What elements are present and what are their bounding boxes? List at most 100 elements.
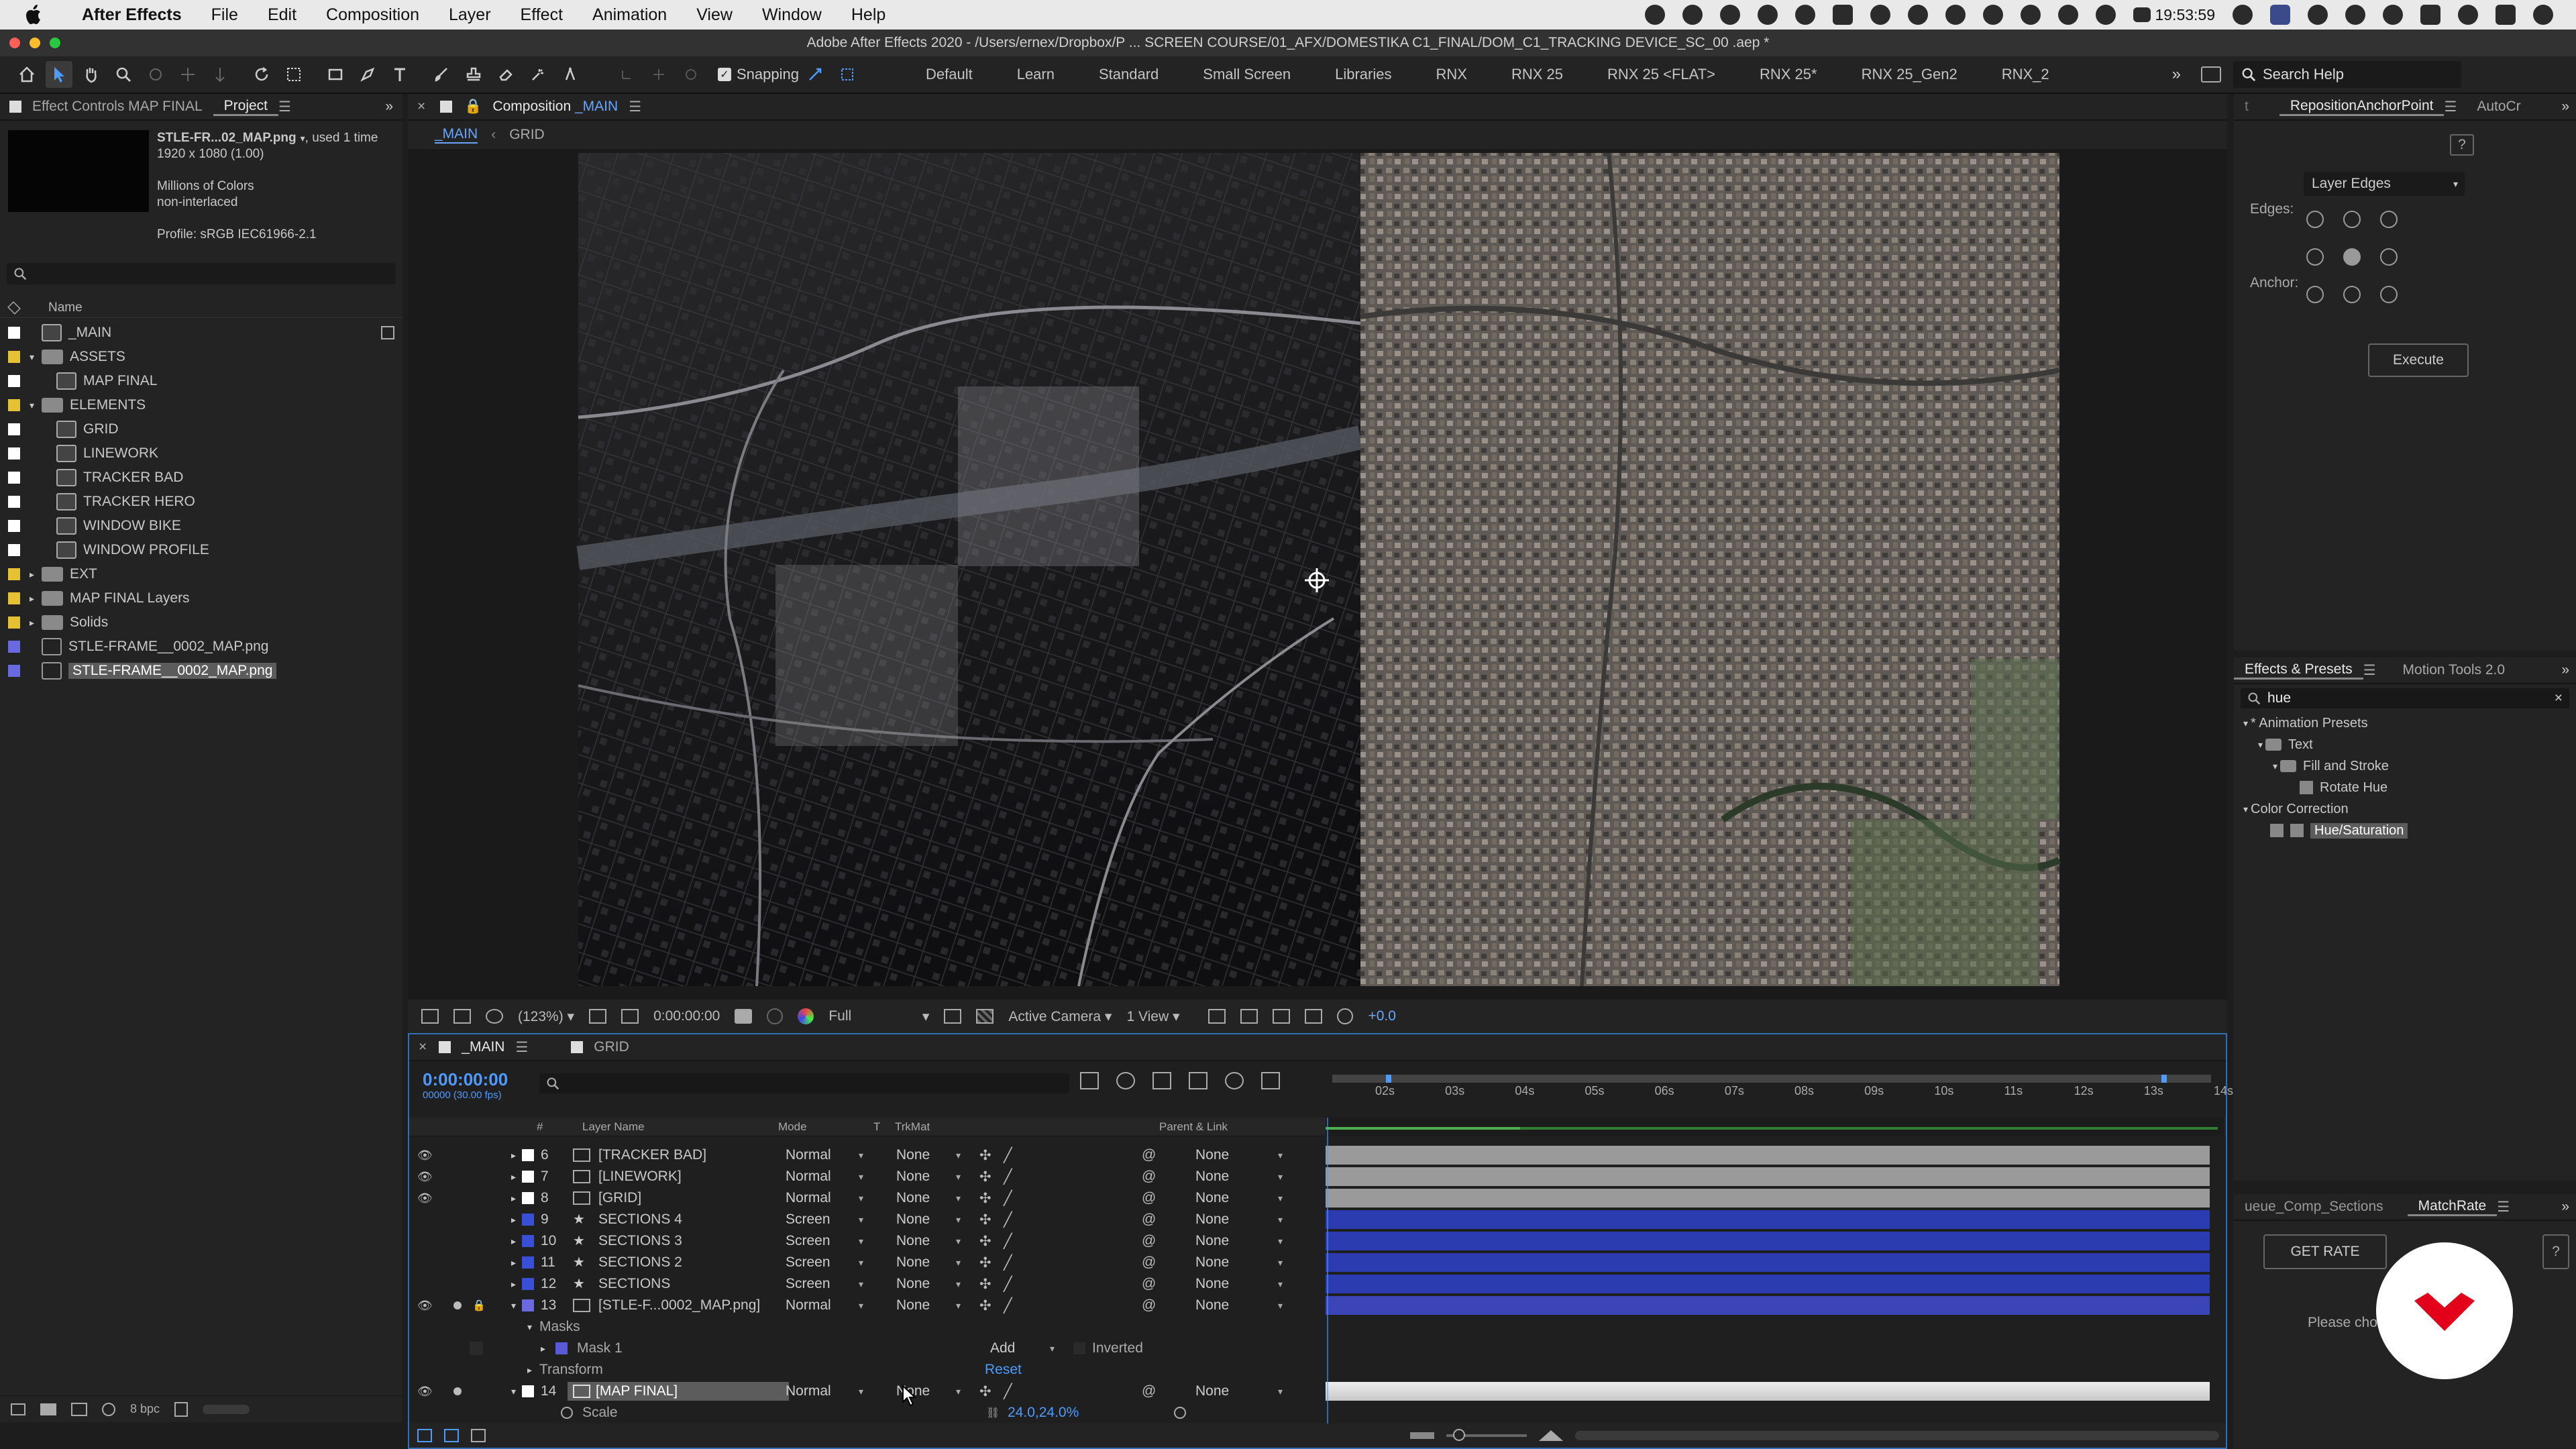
menu-file[interactable]: File [197, 5, 253, 25]
eraser-tool-icon[interactable] [492, 61, 519, 88]
new-comp-icon[interactable] [71, 1402, 87, 1416]
scale-property-row[interactable]: Scale ⛓ 24.0,24.0% [409, 1402, 1319, 1424]
layer-label-swatch[interactable] [522, 1192, 534, 1204]
label-color-swatch[interactable] [8, 592, 20, 604]
project-item[interactable]: ▸ EXT [0, 562, 402, 586]
roto-brush-tool-icon[interactable] [525, 61, 551, 88]
layer-row[interactable]: ▸ 9 ★ SECTIONS 4 Screen ▾ None ▾ ✣ ╱ @ None ▾ [409, 1209, 2226, 1230]
label-color-swatch[interactable] [8, 472, 20, 484]
label-color-swatch[interactable] [8, 496, 20, 508]
layer-label-swatch[interactable] [522, 1171, 534, 1183]
anchor-radio-option[interactable] [2343, 211, 2361, 228]
edges-mode-dropdown[interactable]: Layer Edges ▾ [2304, 172, 2465, 196]
project-item[interactable]: WINDOW PROFILE [0, 538, 402, 562]
graph-editor-icon[interactable] [1261, 1072, 1280, 1089]
resolution-dropdown[interactable]: Full ▾ [828, 1008, 929, 1025]
effects-tree-item[interactable]: ▾ Text [2234, 734, 2576, 755]
layer-mode-dropdown[interactable]: Normal ▾ [782, 1146, 869, 1164]
preserve-transparency-header[interactable]: T [873, 1120, 880, 1134]
layer-name[interactable]: SECTIONS 3 [598, 1233, 682, 1249]
constrain-proportions-icon[interactable]: ⛓ [986, 1406, 1000, 1419]
quality-switch[interactable]: ╱ [1004, 1383, 1012, 1400]
menu-edit[interactable]: Edit [253, 5, 311, 25]
toggle-switches-icon[interactable] [417, 1429, 432, 1442]
project-item[interactable]: LINEWORK [0, 441, 402, 466]
collapse-transform-switch[interactable]: ✣ [979, 1276, 991, 1293]
comp-flowchart-icon[interactable] [1080, 1072, 1099, 1089]
twirl-open-icon[interactable]: ▾ [511, 1386, 516, 1397]
trkmat-dropdown[interactable]: None ▾ [892, 1254, 966, 1271]
label-color-swatch[interactable] [8, 375, 20, 387]
zoom-tool-icon[interactable] [110, 61, 137, 88]
apple-menu-icon[interactable] [0, 5, 67, 25]
eye-icon[interactable]: 👁 [417, 1299, 433, 1313]
label-color-swatch[interactable] [8, 327, 20, 339]
expression-pick-whip-icon[interactable] [1174, 1407, 1186, 1419]
twirl-open-icon[interactable]: ▾ [2243, 804, 2248, 815]
layer-mode-dropdown[interactable]: Normal ▾ [782, 1297, 869, 1314]
layer-duration-bar[interactable] [1326, 1167, 2210, 1186]
help-button[interactable]: ? [2450, 134, 2474, 156]
parent-link-header[interactable]: Parent & Link [1159, 1120, 1228, 1134]
twirl-open-icon[interactable]: ▾ [2273, 761, 2277, 772]
vr-icon[interactable] [453, 1009, 471, 1024]
selection-tool-icon[interactable] [46, 61, 72, 88]
layer-duration-bar[interactable] [1326, 1275, 2210, 1293]
collapse-transform-switch[interactable]: ✣ [979, 1297, 991, 1314]
tab-matchrate[interactable]: MatchRate [2407, 1198, 2498, 1216]
grid-toggle-icon[interactable] [621, 1009, 639, 1024]
app-icon[interactable] [1870, 5, 1891, 25]
parent-dropdown[interactable]: None ▾ [1187, 1168, 1288, 1185]
trkmat-dropdown[interactable]: None ▾ [892, 1168, 966, 1185]
label-color-swatch[interactable] [8, 351, 20, 363]
layer-duration-bar[interactable] [1326, 1210, 2210, 1229]
motion-blur-icon[interactable] [1225, 1072, 1244, 1089]
snap-features-icon[interactable] [834, 61, 861, 88]
twirl-open-icon[interactable]: ▾ [30, 400, 42, 411]
twirl-closed-icon[interactable]: ▸ [511, 1193, 516, 1204]
menu-effect[interactable]: Effect [506, 5, 578, 25]
solo-icon[interactable] [453, 1301, 462, 1309]
project-item[interactable]: GRID [0, 417, 402, 441]
collapse-transform-switch[interactable]: ✣ [979, 1147, 991, 1164]
layer-row[interactable]: ▸ 11 ★ SECTIONS 2 Screen ▾ None ▾ ✣ ╱ @ None ▾ [409, 1252, 2226, 1273]
pan-tool-icon[interactable] [174, 61, 201, 88]
region-of-interest-icon[interactable] [944, 1009, 962, 1024]
brush-tool-icon[interactable] [428, 61, 455, 88]
orbit-tool-icon[interactable] [142, 61, 169, 88]
collapse-transform-switch[interactable]: ✣ [979, 1254, 991, 1271]
always-preview-icon[interactable] [421, 1009, 439, 1024]
panel-menu-icon[interactable]: ☰ [515, 1039, 528, 1056]
layer-label-swatch[interactable] [522, 1299, 534, 1311]
zoom-dropdown[interactable]: (123%) ▾ [518, 1008, 574, 1025]
anchor-radio-option[interactable] [2380, 211, 2398, 228]
layer-name[interactable]: [STLE-F...0002_MAP.png] [598, 1297, 760, 1313]
project-item[interactable]: TRACKER BAD [0, 466, 402, 490]
comp-mini-flow-icon[interactable] [486, 1009, 503, 1024]
label-color-swatch[interactable] [8, 568, 20, 580]
layer-name[interactable]: SECTIONS 2 [598, 1254, 682, 1271]
mask-1-row[interactable]: ▸ Mask 1 Add ▾ Inverted [409, 1338, 1319, 1359]
layer-name[interactable]: SECTIONS [598, 1276, 670, 1292]
bluetooth-icon[interactable] [2383, 5, 2403, 25]
trkmat-dropdown[interactable]: None ▾ [892, 1297, 966, 1314]
layer-duration-bar[interactable] [1326, 1232, 2210, 1250]
tab-motion-tools[interactable]: Motion Tools 2.0 [2392, 662, 2516, 678]
twirl-closed-icon[interactable]: ▸ [511, 1171, 516, 1183]
project-item[interactable]: ▸ Solids [0, 610, 402, 635]
camera-dropdown[interactable]: Active Camera ▾ [1008, 1008, 1112, 1025]
label-color-swatch[interactable] [8, 520, 20, 532]
tab-grid-timeline[interactable]: GRID [583, 1039, 640, 1055]
color-channels-icon[interactable] [798, 1008, 814, 1024]
work-area-start-handle[interactable] [1386, 1075, 1391, 1083]
volume-icon[interactable] [2233, 5, 2253, 25]
clear-search-icon[interactable]: × [2555, 690, 2563, 706]
masks-group-row[interactable]: ▾ Masks [409, 1316, 1319, 1338]
close-tab-icon[interactable]: × [417, 99, 425, 115]
get-rate-button[interactable]: GET RATE [2263, 1234, 2387, 1269]
pick-whip-icon[interactable]: @ [1142, 1212, 1156, 1228]
quality-switch[interactable]: ╱ [1004, 1276, 1012, 1293]
effects-search-input[interactable]: hue × [2241, 688, 2569, 708]
panel-overflow-icon[interactable]: » [385, 99, 393, 115]
pick-whip-icon[interactable]: @ [1142, 1297, 1156, 1313]
